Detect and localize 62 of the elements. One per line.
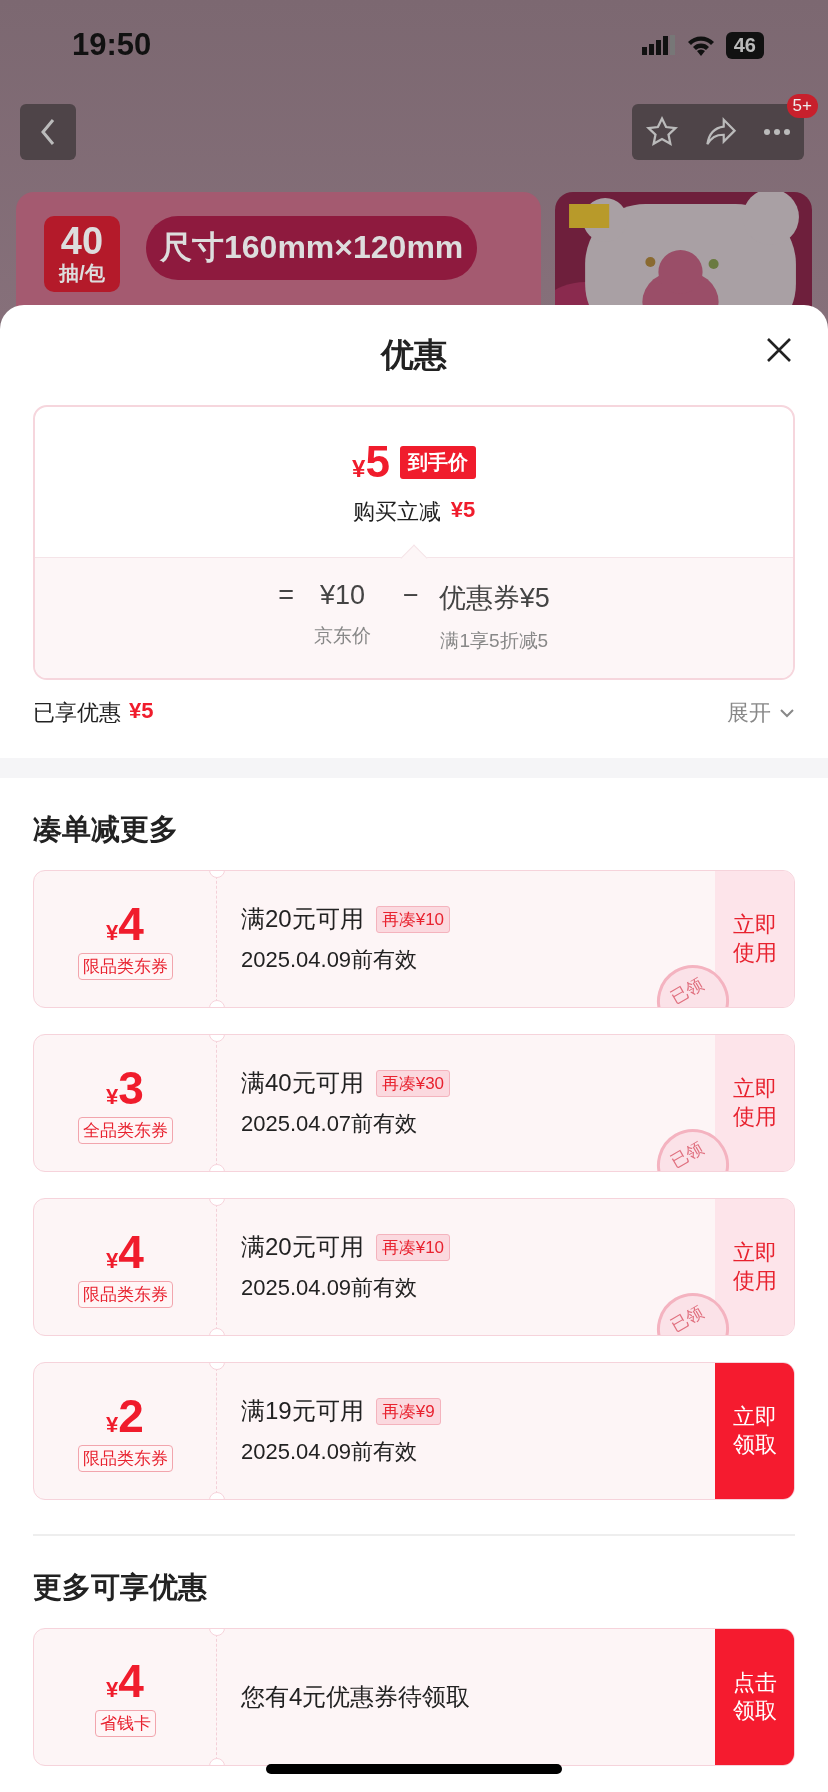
add-on-tag: 再凑¥9 [375,1397,441,1425]
equals-sign: = [278,580,294,611]
enjoyed-label: 已享优惠 [33,699,121,727]
coupon-action-button[interactable]: 立即使用 [715,1199,794,1335]
coupon-type-tag: 限品类东券 [77,1280,173,1308]
coupon-type-tag: 全品类东券 [77,1116,173,1144]
coupon-rule: 满1享5折减5 [440,629,549,653]
close-button[interactable] [766,337,792,363]
final-price-tag: 到手价 [399,445,476,479]
coupon-action-button[interactable]: 点击领取 [715,1628,794,1765]
coupon-discount: 优惠券¥5 [438,582,550,615]
coupon-amount: ¥3 [106,1062,144,1113]
back-button[interactable] [20,104,76,160]
coupon-validity: 2025.04.09前有效 [241,1438,419,1466]
battery-icon: 46 [725,31,764,59]
coupon-amount: ¥4 [106,1656,144,1706]
coupon-type-tag: 限品类东券 [77,1444,173,1472]
base-price-label: 京东价 [313,624,371,648]
saving-label: 购买立减 [352,498,441,526]
back-icon [40,118,56,146]
sheet-title: 优惠 [381,334,447,375]
coupon-amount: ¥2 [106,1390,144,1441]
enjoyed-amount: ¥5 [129,698,154,725]
favorite-button[interactable] [644,115,679,149]
coupon-type-tag: 限品类东券 [77,952,173,980]
coupon-action-button[interactable]: 立即领取 [715,1363,794,1499]
coupon-validity: 2025.04.07前有效 [241,1110,419,1138]
coupon-amount: ¥4 [106,1226,144,1277]
close-icon [766,337,792,363]
count-unit: 抽/包 [59,260,105,286]
count-number: 40 [60,221,104,260]
coupon-validity: 2025.04.09前有效 [241,1274,419,1302]
notification-badge: 5+ [786,94,818,118]
coupon-condition: 满20元可用 [241,904,364,934]
saving-amount: ¥5 [450,497,476,524]
more-icon [763,128,792,136]
expand-button[interactable]: 展开 [727,698,795,728]
coupon-action-button[interactable]: 立即使用 [715,1035,794,1171]
coupon-condition: 满19元可用 [241,1396,364,1426]
coupon-amount: ¥4 [106,898,144,949]
coupon-condition: 满20元可用 [241,1232,364,1262]
coupon-validity: 2025.04.09前有效 [241,946,419,974]
size-label: 尺寸160mm×120mm [146,216,478,280]
section-heading: 更多可享优惠 [32,1569,208,1605]
section-heading: 凑单减更多 [32,812,179,847]
coupon-message: 您有4元优惠券待领取 [241,1681,472,1712]
base-price: ¥10 [319,580,365,611]
add-on-tag: 再凑¥10 [375,905,451,933]
add-on-tag: 再凑¥30 [375,1069,451,1097]
status-time: 19:50 [72,27,152,63]
coupon-action-button[interactable]: 立即使用 [715,871,794,1007]
share-button[interactable] [704,117,738,147]
coupon-type-tag: 省钱卡 [94,1710,156,1737]
add-on-tag: 再凑¥10 [375,1233,451,1261]
signal-icon [641,35,676,55]
minus-sign: − [402,580,419,611]
coupon-condition: 满40元可用 [241,1068,364,1098]
chevron-down-icon [779,708,795,718]
final-price: ¥5 [352,437,390,487]
star-icon [644,115,679,149]
more-button[interactable] [763,128,792,136]
share-icon [704,117,738,147]
